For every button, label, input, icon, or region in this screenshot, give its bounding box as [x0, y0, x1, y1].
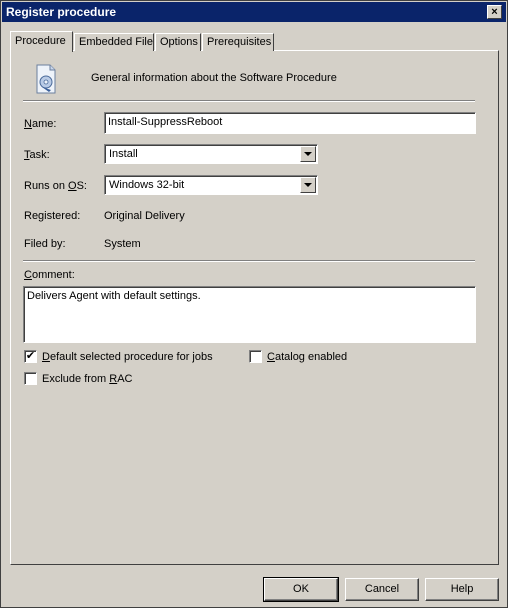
- task-select[interactable]: Install: [104, 144, 318, 164]
- help-button[interactable]: Help: [425, 578, 499, 601]
- filed-by-label: Filed by:: [24, 238, 66, 250]
- name-label: Name:: [24, 118, 57, 130]
- title-bar[interactable]: Register procedure ×: [2, 2, 506, 22]
- window-title: Register procedure: [6, 5, 117, 19]
- exclude-rac-option[interactable]: Exclude from RAC: [24, 372, 132, 385]
- default-procedure-label: Default selected procedure for jobs: [42, 350, 213, 363]
- comment-textarea[interactable]: Delivers Agent with default settings.: [23, 286, 476, 343]
- tab-prerequisites[interactable]: Prerequisites: [202, 33, 274, 51]
- separator-comment: [23, 260, 475, 262]
- separator-top: [23, 100, 475, 102]
- tab-embedded-file[interactable]: Embedded File: [74, 33, 154, 51]
- os-dropdown-arrow-icon[interactable]: [300, 177, 316, 193]
- default-procedure-option[interactable]: ✔ Default selected procedure for jobs: [24, 350, 213, 363]
- catalog-enabled-checkbox[interactable]: [249, 350, 262, 363]
- task-label: Task:: [24, 149, 50, 161]
- task-dropdown-arrow-icon[interactable]: [300, 146, 316, 162]
- header-description: General information about the Software P…: [91, 72, 337, 84]
- os-value: Windows 32-bit: [109, 179, 185, 191]
- cancel-button[interactable]: Cancel: [345, 578, 419, 601]
- comment-label: Comment:: [24, 269, 75, 281]
- filed-by-value: System: [104, 238, 141, 250]
- os-select[interactable]: Windows 32-bit: [104, 175, 318, 195]
- tab-procedure[interactable]: Procedure: [10, 31, 73, 52]
- procedure-document-icon: [36, 64, 56, 94]
- os-label: Runs on OS:: [24, 180, 87, 192]
- catalog-enabled-label: Catalog enabled: [267, 350, 348, 363]
- registered-label: Registered:: [24, 210, 81, 222]
- exclude-rac-label: Exclude from RAC: [42, 372, 133, 385]
- close-button[interactable]: ×: [487, 5, 502, 19]
- tab-options[interactable]: Options: [155, 33, 201, 51]
- name-field[interactable]: Install-SuppressReboot: [104, 112, 476, 134]
- exclude-rac-checkbox[interactable]: [24, 372, 37, 385]
- ok-button[interactable]: OK: [263, 577, 339, 602]
- task-value: Install: [109, 148, 138, 160]
- default-procedure-checkbox[interactable]: ✔: [24, 350, 37, 363]
- registered-value: Original Delivery: [104, 210, 185, 222]
- register-procedure-dialog: Register procedure × Procedure Embedded …: [0, 0, 508, 608]
- catalog-enabled-option[interactable]: Catalog enabled: [249, 350, 347, 363]
